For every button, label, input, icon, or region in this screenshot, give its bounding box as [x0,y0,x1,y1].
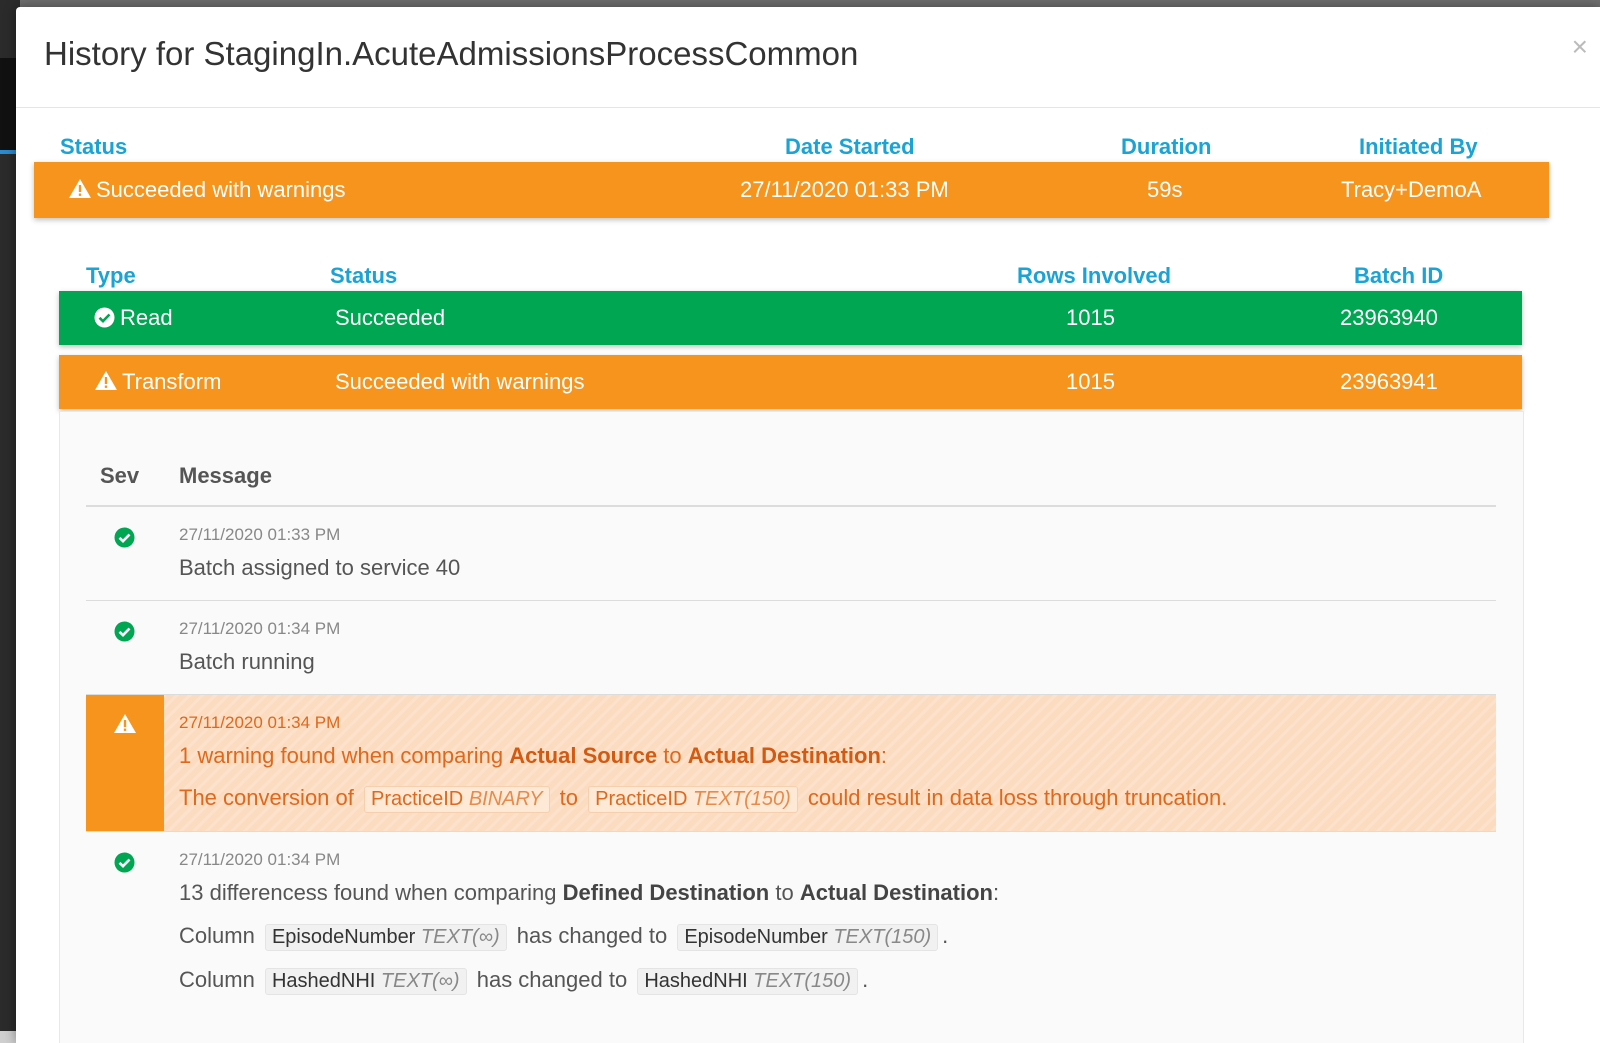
message-row: 27/11/2020 01:33 PM Batch assigned to se… [86,507,1496,601]
message-row: 27/11/2020 01:34 PM Batch running [86,601,1496,695]
message-text-part: to [775,880,794,905]
warning-icon [95,371,117,390]
column-name: PracticeID [595,788,688,810]
column-change: Column HashedNHI TEXT(∞) has changed to … [179,967,868,995]
step-type-label: Transform [122,369,222,394]
summary-duration: 59s [1147,177,1183,202]
message-detail: The conversion of PracticeID BINARY to P… [179,785,1227,813]
column-code-tag: HashedNHI TEXT(150) [637,968,859,995]
step-row-read[interactable]: Read Succeeded 1015 23963940 [59,291,1522,345]
column-type: TEXT(∞) [380,970,460,992]
modal-body: Status Date Started Duration Initiated B… [16,108,1600,1043]
message-text: Batch assigned to service 40 [179,555,461,580]
message-text-part: has changed to [476,967,628,992]
column-type: BINARY [468,788,543,810]
message-header-sev: Sev [100,463,140,488]
message-source: Actual Source [509,743,658,768]
message-header-message: Message [179,463,272,488]
column-change: Column EpisodeNumber TEXT(∞) has changed… [179,923,948,951]
column-name: HashedNHI [271,970,376,992]
message-text-part: to [663,743,682,768]
column-code-tag: PracticeID BINARY [364,786,550,813]
warning-severity-cell [86,695,164,831]
summary-initiated-by: Tracy+DemoA [1341,177,1482,202]
message-table-header: Sev Message [86,453,1496,507]
steps-header-status[interactable]: Status [330,263,397,289]
column-name: PracticeID [371,788,464,810]
check-circle-icon [94,307,115,328]
message-time: 27/11/2020 01:34 PM [179,850,341,869]
message-text-part: : [992,880,1000,905]
message-time: 27/11/2020 01:34 PM [179,619,341,638]
step-rows-involved: 1015 [1066,305,1115,330]
message-text-part: to [559,785,579,810]
success-check-icon [114,527,135,548]
close-icon[interactable]: × [1572,33,1588,61]
warning-icon [114,714,136,733]
message-text-part: has changed to [516,923,668,948]
column-name: EpisodeNumber [271,926,416,948]
steps-header-batch-id[interactable]: Batch ID [1354,263,1443,289]
message-row: 27/11/2020 01:34 PM 13 differencess foun… [86,832,1496,1032]
message-text: 1 warning found when comparing Actual So… [179,743,887,769]
message-source: Defined Destination [562,880,770,905]
summary-row[interactable]: Succeeded with warnings 27/11/2020 01:33… [34,162,1549,218]
step-type-label: Read [120,305,173,330]
steps-header-rows-involved[interactable]: Rows Involved [1017,263,1171,289]
summary-status-label: Succeeded with warnings [96,177,346,202]
summary-header-date-started[interactable]: Date Started [785,134,915,160]
modal-title: History for StagingIn.AcuteAdmissionsPro… [44,35,859,72]
step-type: Read [94,291,173,345]
message-destination: Actual Destination [687,743,881,768]
message-text-part: 1 warning found when comparing [179,743,504,768]
column-code-tag: HashedNHI TEXT(∞) [264,968,467,995]
column-name: HashedNHI [644,970,748,992]
column-type: TEXT(∞) [420,926,500,948]
message-text-part: 13 differencess found when comparing [179,880,557,905]
success-check-icon [114,852,135,873]
message-text-part: The conversion of [179,785,354,810]
success-check-icon [114,621,135,642]
step-type: Transform [94,355,221,409]
summary-date-started: 27/11/2020 01:33 PM [740,177,949,202]
column-type: TEXT(150) [833,926,932,948]
message-text-part: Column [179,923,255,948]
message-text: 13 differencess found when comparing Def… [179,880,999,906]
summary-header-initiated-by[interactable]: Initiated By [1359,134,1478,160]
step-status: Succeeded with warnings [335,369,585,394]
step-rows-involved: 1015 [1066,369,1115,394]
column-code-tag: EpisodeNumber TEXT(150) [677,924,939,951]
column-code-tag: EpisodeNumber TEXT(∞) [264,924,507,951]
history-modal: History for StagingIn.AcuteAdmissionsPro… [16,7,1600,1043]
message-text-part: Column [179,967,255,992]
message-time: 27/11/2020 01:34 PM [179,713,341,732]
column-type: TEXT(150) [753,970,852,992]
column-name: EpisodeNumber [684,926,828,948]
message-text-part: : [880,743,888,768]
step-batch-id: 23963941 [1340,369,1438,394]
message-text: Batch running [179,649,315,674]
summary-status: Succeeded with warnings [68,162,345,218]
message-text-part: . [862,967,869,992]
message-time: 27/11/2020 01:33 PM [179,525,341,544]
summary-header-duration[interactable]: Duration [1121,134,1211,160]
message-row-warning: 27/11/2020 01:34 PM 1 warning found when… [86,695,1496,832]
summary-header-status[interactable]: Status [60,134,127,160]
message-destination: Actual Destination [799,880,993,905]
modal-header: History for StagingIn.AcuteAdmissionsPro… [16,7,1600,108]
step-status: Succeeded [335,305,446,330]
message-text-part: . [942,923,949,948]
warning-icon [69,179,91,198]
column-code-tag: PracticeID TEXT(150) [588,786,798,813]
steps-header-type[interactable]: Type [86,263,136,289]
column-type: TEXT(150) [692,788,791,810]
step-row-transform[interactable]: Transform Succeeded with warnings 1015 2… [59,355,1522,409]
message-text-part: could result in data loss through trunca… [807,785,1228,810]
step-batch-id: 23963940 [1340,305,1438,330]
